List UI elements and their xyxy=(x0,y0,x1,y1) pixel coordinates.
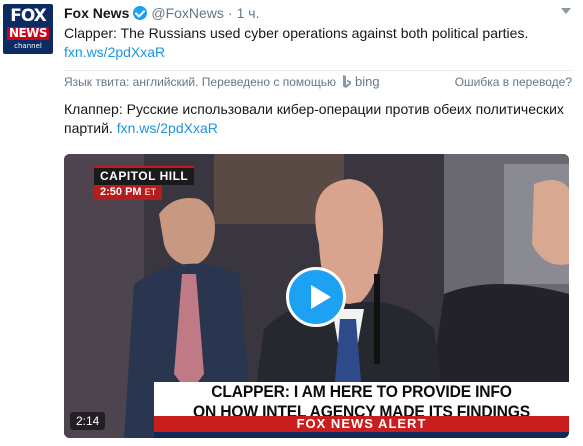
avatar-logo-news: NEWS xyxy=(7,26,49,40)
verified-badge-icon xyxy=(133,6,148,20)
headline-line-1: CLAPPER: I AM HERE TO PROVIDE INFO xyxy=(211,382,512,401)
avatar-logo-channel: channel xyxy=(14,42,42,50)
header-separator: · xyxy=(227,5,233,21)
translation-bar: Язык твита: английский. Переведено с пом… xyxy=(64,70,572,93)
location-bug: CAPITOL HILL xyxy=(94,166,195,185)
avatar[interactable]: FOX NEWS channel xyxy=(3,4,53,54)
video-duration: 2:14 xyxy=(70,412,106,430)
translation-label: Язык твита: английский. Переведено с пом… xyxy=(64,75,336,89)
tweet-text: Clapper: The Russians used cyber operati… xyxy=(64,24,564,62)
translation-service[interactable]: bing xyxy=(355,74,380,89)
translated-link[interactable]: fxn.ws/2pdXxaR xyxy=(117,120,218,136)
report-translation-link[interactable]: Ошибка в переводе? xyxy=(455,71,572,93)
tweet-text-body: Clapper: The Russians used cyber operati… xyxy=(64,25,529,41)
chevron-down-icon[interactable] xyxy=(561,8,571,14)
tweet-link[interactable]: fxn.ws/2pdXxaR xyxy=(64,43,564,62)
tweet: FOX NEWS channel Fox News @FoxNews · 1 ч. C… xyxy=(0,0,583,446)
account-name[interactable]: Fox News xyxy=(64,5,129,21)
tweet-header: Fox News @FoxNews · 1 ч. xyxy=(64,4,259,22)
time-bug: 2:50 PM ET xyxy=(94,185,163,200)
time-bug-zone: ET xyxy=(144,187,157,197)
time-bug-time: 2:50 PM xyxy=(100,186,142,198)
translated-text: Клаппер: Русские использовали кибер-опер… xyxy=(64,100,564,138)
avatar-logo-fox: FOX xyxy=(10,6,47,26)
ticker-bar xyxy=(154,432,569,438)
account-handle[interactable]: @FoxNews xyxy=(151,5,224,21)
fox-news-alert-banner: FOX NEWS ALERT xyxy=(154,416,569,432)
play-button-icon[interactable] xyxy=(286,267,346,327)
bing-logo-icon xyxy=(342,75,351,88)
video-player[interactable]: CAPITOL HILL 2:50 PM ET CLAPPER: I AM HE… xyxy=(64,154,569,438)
tweet-timestamp[interactable]: 1 ч. xyxy=(237,5,260,21)
